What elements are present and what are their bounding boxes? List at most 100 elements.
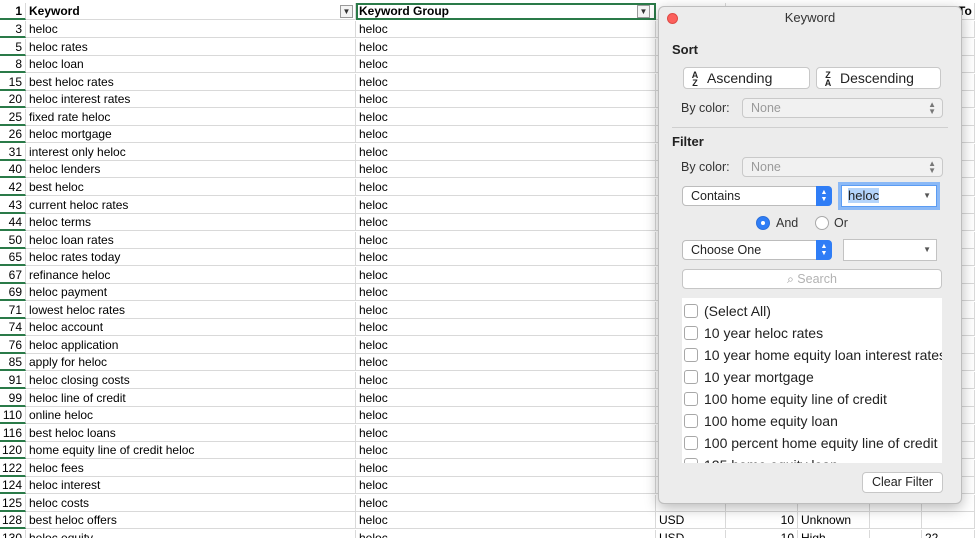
keyword-cell[interactable]: heloc lenders: [26, 161, 356, 179]
checkbox[interactable]: [684, 392, 698, 406]
cell[interactable]: [870, 512, 922, 530]
keyword-cell[interactable]: interest only heloc: [26, 143, 356, 161]
row-number[interactable]: 42: [0, 178, 26, 196]
keyword-cell[interactable]: heloc loan rates: [26, 231, 356, 249]
keyword-cell[interactable]: online heloc: [26, 407, 356, 425]
row-number[interactable]: 25: [0, 108, 26, 126]
keyword-group-cell[interactable]: heloc: [356, 354, 656, 372]
row-number[interactable]: 20: [0, 91, 26, 109]
row-number[interactable]: 99: [0, 389, 26, 407]
condition2-value-input[interactable]: ▼: [843, 239, 937, 261]
list-item[interactable]: 10 year heloc rates: [684, 322, 823, 344]
keyword-group-cell[interactable]: heloc: [356, 529, 656, 538]
chevron-down-icon[interactable]: ▼: [923, 186, 931, 206]
list-item[interactable]: 125 home equity loan: [684, 454, 838, 463]
table-row[interactable]: 128 best heloc offers heloc USD 10 Unknown: [0, 512, 975, 530]
checkbox[interactable]: [684, 436, 698, 450]
keyword-cell[interactable]: heloc closing costs: [26, 372, 356, 389]
condition2-select[interactable]: Choose One ▲ ▼: [682, 240, 832, 260]
row-number[interactable]: 128: [0, 512, 26, 530]
clear-filter-button[interactable]: Clear Filter: [862, 472, 943, 493]
keyword-cell[interactable]: heloc: [26, 21, 356, 38]
keyword-cell[interactable]: best heloc rates: [26, 73, 356, 91]
list-item[interactable]: 100 home equity loan: [684, 410, 838, 432]
and-radio[interactable]: [756, 216, 770, 230]
keyword-group-cell[interactable]: heloc: [356, 442, 656, 460]
keyword-group-cell[interactable]: heloc: [356, 372, 656, 389]
row-number[interactable]: 1: [0, 3, 26, 20]
keyword-group-cell[interactable]: heloc: [356, 424, 656, 442]
keyword-group-cell[interactable]: heloc: [356, 143, 656, 161]
keyword-group-cell[interactable]: heloc: [356, 336, 656, 354]
keyword-group-cell[interactable]: heloc: [356, 319, 656, 337]
row-number[interactable]: 91: [0, 372, 26, 389]
keyword-group-cell[interactable]: heloc: [356, 512, 656, 530]
row-number[interactable]: 5: [0, 38, 26, 56]
row-number[interactable]: 3: [0, 21, 26, 38]
row-number[interactable]: 31: [0, 143, 26, 161]
competition-cell[interactable]: High: [798, 529, 870, 538]
close-icon[interactable]: [667, 13, 678, 24]
keyword-cell[interactable]: heloc interest rates: [26, 91, 356, 109]
row-number[interactable]: 69: [0, 284, 26, 302]
checkbox[interactable]: [684, 414, 698, 428]
keyword-group-cell[interactable]: heloc: [356, 284, 656, 302]
row-number[interactable]: 110: [0, 407, 26, 425]
currency-cell[interactable]: USD: [656, 529, 726, 538]
list-item[interactable]: 100 percent home equity line of credit: [684, 432, 937, 454]
list-item[interactable]: 100 home equity line of credit: [684, 388, 887, 410]
row-number[interactable]: 122: [0, 459, 26, 477]
keyword-cell[interactable]: best heloc loans: [26, 424, 356, 442]
condition1-value-input[interactable]: heloc ▼: [841, 185, 937, 207]
keyword-group-cell[interactable]: heloc: [356, 494, 656, 512]
keyword-cell[interactable]: lowest heloc rates: [26, 301, 356, 319]
row-number[interactable]: 120: [0, 442, 26, 460]
keyword-cell[interactable]: heloc payment: [26, 284, 356, 302]
table-row[interactable]: 130 heloc equity heloc USD 10 High 22: [0, 529, 975, 538]
row-number[interactable]: 85: [0, 354, 26, 372]
row-number[interactable]: 43: [0, 196, 26, 214]
checkbox[interactable]: [684, 458, 698, 463]
row-number[interactable]: 124: [0, 477, 26, 495]
row-number[interactable]: 130: [0, 529, 26, 538]
row-number[interactable]: 67: [0, 266, 26, 284]
cell[interactable]: 22: [922, 529, 975, 538]
filter-dropdown-icon[interactable]: ▼: [637, 5, 650, 18]
keyword-group-cell[interactable]: heloc: [356, 477, 656, 495]
filter-active-icon[interactable]: ▼: [340, 5, 353, 18]
row-number[interactable]: 71: [0, 301, 26, 319]
keyword-cell[interactable]: heloc mortgage: [26, 126, 356, 144]
volume-cell[interactable]: 10: [726, 529, 798, 538]
column-header-keyword-group[interactable]: Keyword Group ▼: [356, 3, 656, 20]
competition-cell[interactable]: Unknown: [798, 512, 870, 530]
list-item[interactable]: 10 year mortgage: [684, 366, 814, 388]
keyword-group-cell[interactable]: heloc: [356, 21, 656, 38]
list-item[interactable]: (Select All): [684, 300, 771, 322]
keyword-group-cell[interactable]: heloc: [356, 196, 656, 214]
keyword-cell[interactable]: heloc terms: [26, 214, 356, 232]
keyword-cell[interactable]: best heloc offers: [26, 512, 356, 530]
cell[interactable]: [922, 512, 975, 530]
keyword-group-cell[interactable]: heloc: [356, 407, 656, 425]
keyword-cell[interactable]: heloc fees: [26, 459, 356, 477]
or-radio[interactable]: [815, 216, 829, 230]
keyword-cell[interactable]: home equity line of credit heloc: [26, 442, 356, 460]
keyword-cell[interactable]: heloc rates: [26, 38, 356, 56]
row-number[interactable]: 125: [0, 494, 26, 512]
row-number[interactable]: 74: [0, 319, 26, 337]
chevron-down-icon[interactable]: ▼: [923, 240, 931, 260]
filter-by-color-select[interactable]: None ▲ ▼: [742, 157, 943, 177]
keyword-group-cell[interactable]: heloc: [356, 389, 656, 407]
keyword-group-cell[interactable]: heloc: [356, 56, 656, 74]
condition1-select[interactable]: Contains ▲ ▼: [682, 186, 832, 206]
keyword-group-cell[interactable]: heloc: [356, 459, 656, 477]
sort-by-color-select[interactable]: None ▲ ▼: [742, 98, 943, 118]
row-number[interactable]: 65: [0, 249, 26, 267]
volume-cell[interactable]: 10: [726, 512, 798, 530]
keyword-cell[interactable]: heloc line of credit: [26, 389, 356, 407]
keyword-cell[interactable]: refinance heloc: [26, 266, 356, 284]
checkbox[interactable]: [684, 326, 698, 340]
row-number[interactable]: 15: [0, 73, 26, 91]
currency-cell[interactable]: USD: [656, 512, 726, 530]
sort-ascending-button[interactable]: A Z Ascending: [683, 67, 810, 89]
